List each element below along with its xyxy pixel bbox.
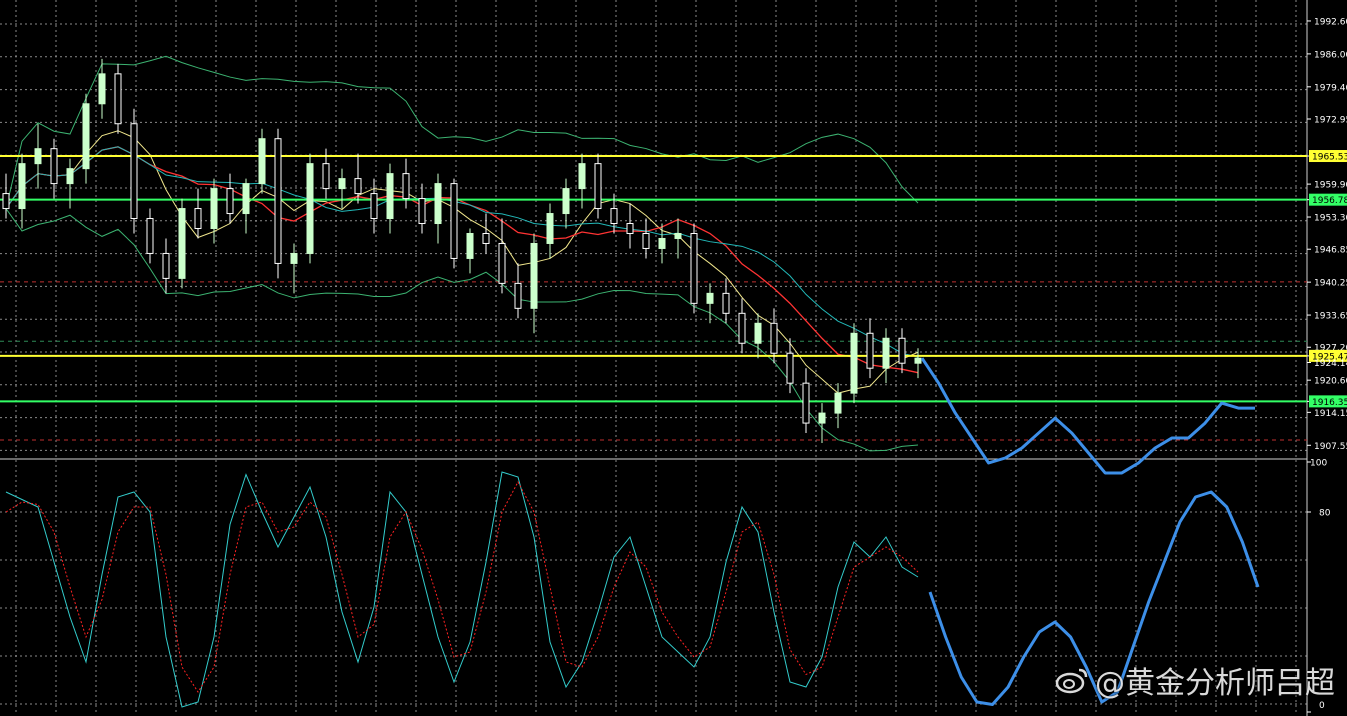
price-level-label: 1956.78 <box>1312 196 1347 206</box>
candle-body <box>898 337 906 364</box>
candle-body <box>98 73 106 105</box>
candle-body <box>450 183 458 259</box>
price-tick-label: 1914.15 <box>1314 409 1347 419</box>
candle-body <box>290 252 298 264</box>
candle-body <box>882 337 890 369</box>
price-tick-label: 1986.00 <box>1314 50 1347 60</box>
candle-body <box>850 332 858 394</box>
ma-mid <box>5 146 919 374</box>
candle-body <box>466 232 474 259</box>
price-axis: 1992.60 1986.00 1979.40 1972.95 1965.53 1959.… <box>1307 17 1347 713</box>
candlesticks <box>2 58 922 444</box>
candle-body <box>482 232 490 244</box>
price-level-label: 1965.53 <box>1312 153 1347 163</box>
candle-body <box>562 188 570 215</box>
candle-body <box>226 188 234 215</box>
candle-body <box>274 138 282 264</box>
candle-body <box>66 168 74 185</box>
chart-canvas: 1992.60 1986.00 1979.40 1972.95 1965.53 1959.… <box>0 0 1347 716</box>
price-tick-label: 1992.60 <box>1314 17 1347 27</box>
candle-body <box>114 73 122 125</box>
osc-tick-label: 80 <box>1319 509 1331 519</box>
candle-body <box>306 163 314 254</box>
price-tick-label: 1924.14 <box>1314 359 1347 369</box>
grid <box>0 0 1308 716</box>
price-tick-label: 1959.90 <box>1314 181 1347 191</box>
osc-tick-label: 0 <box>1319 701 1325 711</box>
candle-body <box>18 163 26 210</box>
price-tick-label: 1933.65 <box>1314 312 1347 322</box>
bollinger-lower <box>5 208 919 452</box>
candle-body <box>626 223 634 234</box>
forecast-paths <box>920 357 1260 706</box>
price-tick-label: 1979.40 <box>1314 83 1347 93</box>
candle-body <box>178 208 186 279</box>
candle-body <box>722 292 730 314</box>
watermark-text: @黄金分析师吕超 <box>1095 666 1335 701</box>
candle-body <box>434 183 442 225</box>
candle-body <box>402 173 410 200</box>
candle-body <box>386 173 394 220</box>
bollinger-upper <box>5 55 919 209</box>
price-tick-label: 1953.30 <box>1314 214 1347 224</box>
candle-body <box>738 312 746 344</box>
price-forecast-path <box>920 357 1255 475</box>
candle-body <box>194 208 202 230</box>
candle-body <box>818 412 826 424</box>
candle-body <box>242 183 250 215</box>
osc-tick-label: 100 <box>1310 459 1327 469</box>
ma-slow <box>5 146 919 358</box>
candle-body <box>82 103 90 170</box>
candle-body <box>866 332 874 369</box>
candle-body <box>658 237 666 249</box>
oscillator-signal-line <box>5 480 919 693</box>
candle-body <box>690 232 698 304</box>
candle-body <box>642 232 650 249</box>
candle-body <box>546 213 554 244</box>
candle-body <box>514 282 522 309</box>
candle-body <box>578 163 586 190</box>
candle-body <box>834 392 842 414</box>
candle-body <box>498 242 506 284</box>
watermark: @黄金分析师吕超 <box>1055 658 1335 702</box>
weibo-logo-icon <box>1055 668 1088 694</box>
candle-body <box>418 198 426 225</box>
candle-body <box>50 148 58 185</box>
candle-body <box>786 352 794 384</box>
price-tick-label: 1907.55 <box>1314 442 1347 452</box>
oscillator-panel <box>5 471 919 708</box>
price-tick-label: 1920.60 <box>1314 377 1347 387</box>
candle-body <box>258 138 266 185</box>
ma-fast <box>5 130 919 394</box>
candle-body <box>370 193 378 220</box>
candle-body <box>34 148 42 165</box>
candle-body <box>338 178 346 190</box>
candle-body <box>770 322 778 354</box>
candle-body <box>162 252 170 279</box>
candle-body <box>210 188 218 230</box>
candle-body <box>130 123 138 220</box>
candle-body <box>530 242 538 309</box>
candle-body <box>706 292 714 304</box>
price-tick-label: 1946.85 <box>1314 246 1347 256</box>
candle-body <box>322 163 330 190</box>
price-level-label: 1916.35 <box>1312 398 1347 408</box>
candle-body <box>674 232 682 239</box>
horizontal-levels <box>0 155 1307 403</box>
candle-body <box>146 218 154 254</box>
candle-body <box>2 193 10 210</box>
candle-body <box>802 382 810 424</box>
price-tick-label: 1972.95 <box>1314 115 1347 125</box>
price-tick-label: 1940.25 <box>1314 279 1347 289</box>
candle-body <box>914 357 922 364</box>
candle-body <box>354 178 362 195</box>
candle-body <box>594 163 602 210</box>
candle-body <box>610 208 618 225</box>
candle-body <box>754 322 762 344</box>
